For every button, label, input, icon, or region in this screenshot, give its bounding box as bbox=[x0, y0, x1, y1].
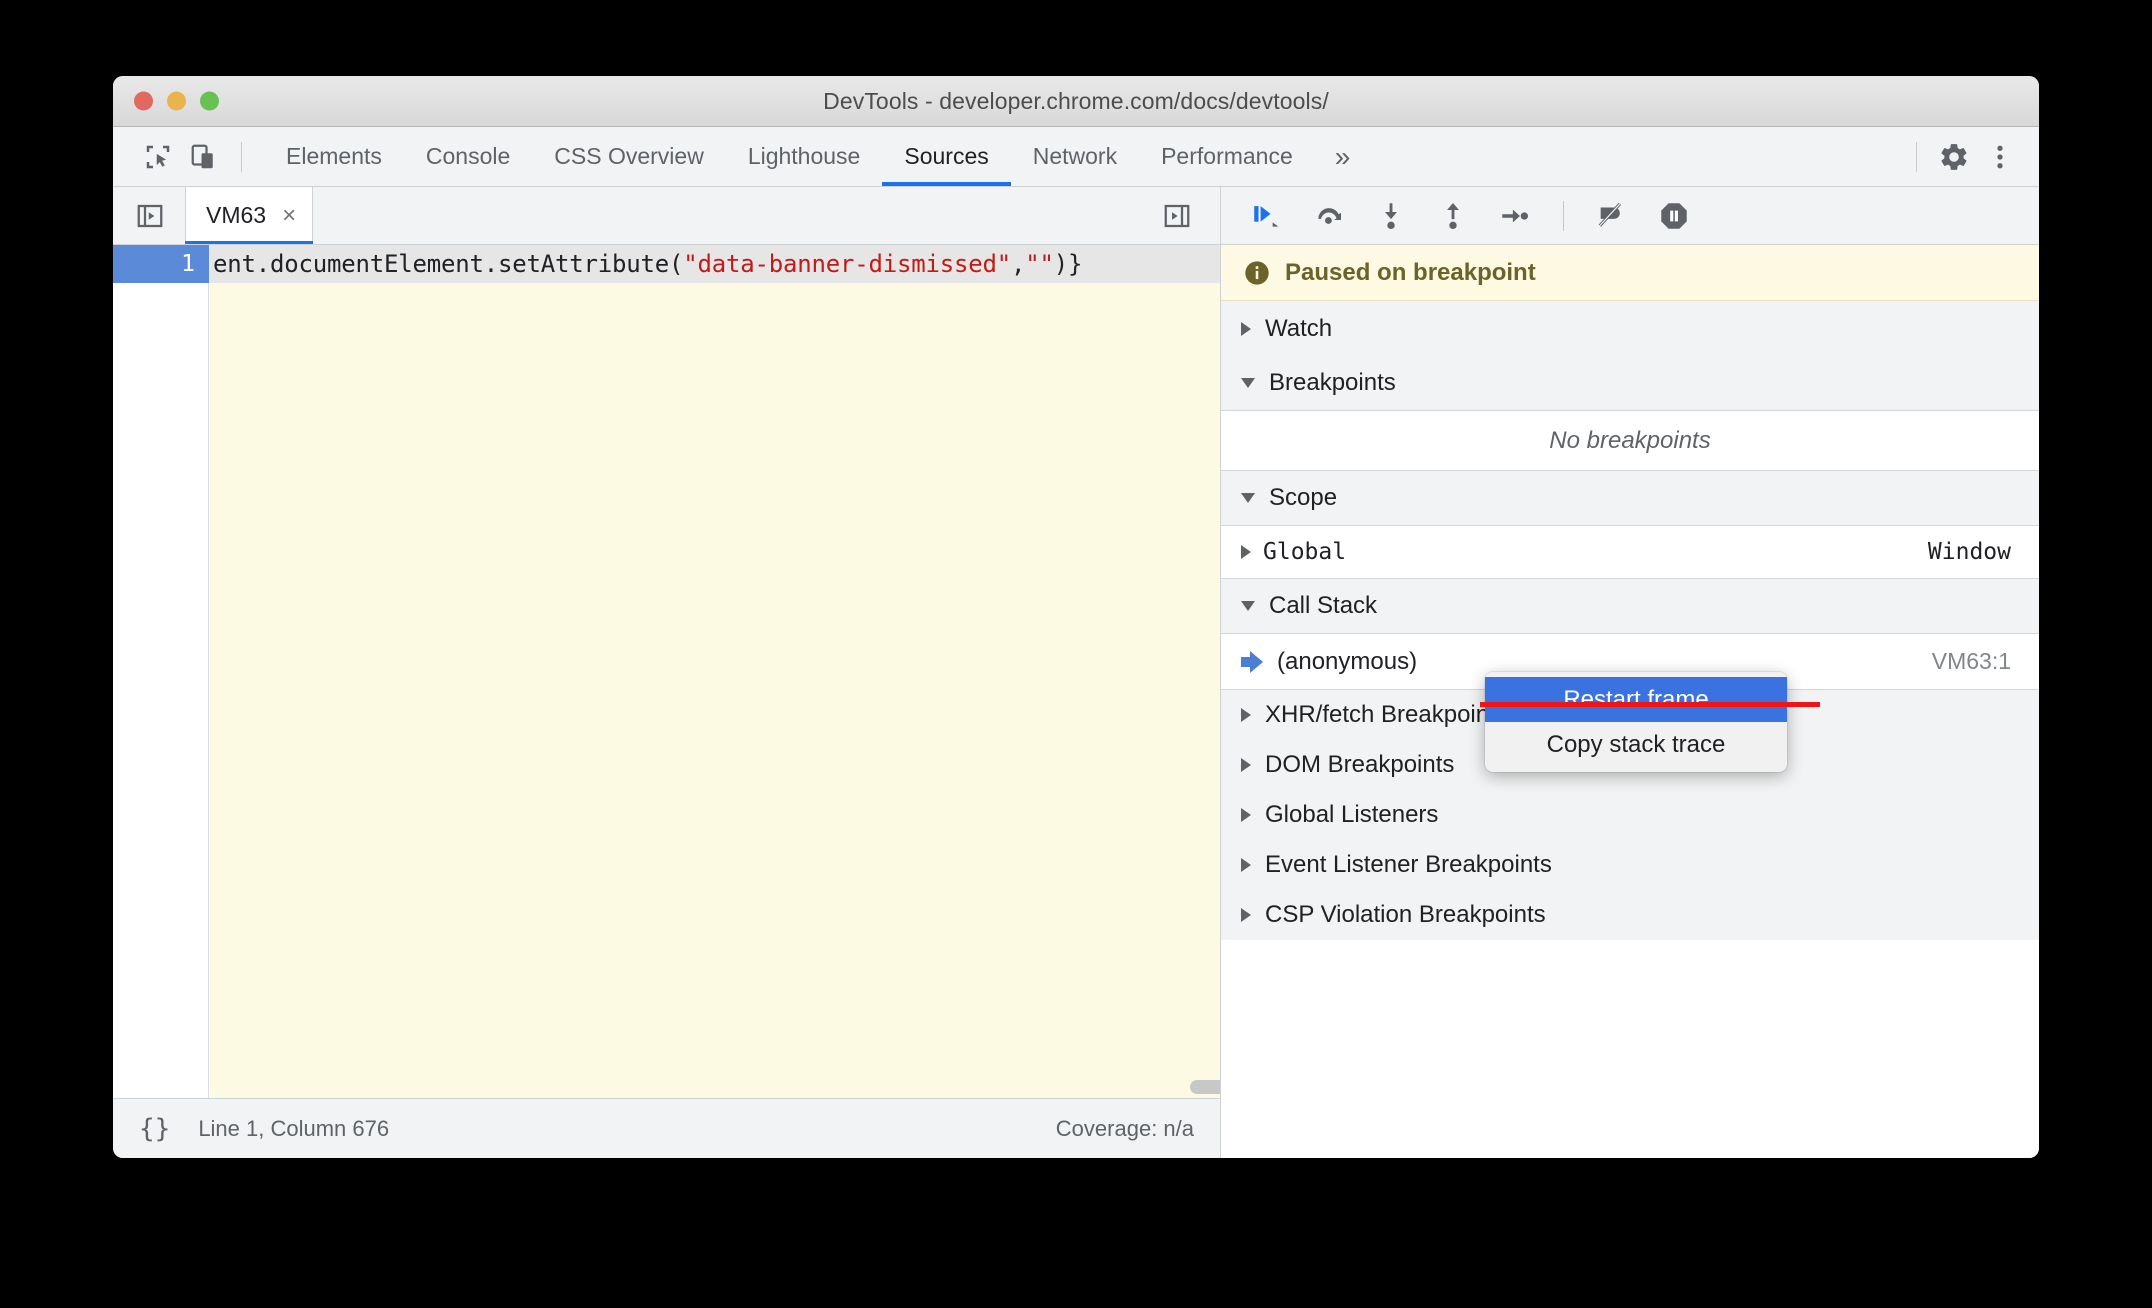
code-line-1[interactable]: 1 ent.documentElement.setAttribute("data… bbox=[113, 245, 1220, 283]
chevron-right-icon bbox=[1241, 545, 1251, 559]
annotation-strikethrough-line bbox=[1480, 702, 1820, 707]
section-label: Event Listener Breakpoints bbox=[1265, 851, 1552, 878]
toolbar-divider-right bbox=[1916, 141, 1917, 172]
info-icon bbox=[1245, 260, 1269, 285]
tab-network[interactable]: Network bbox=[1011, 127, 1139, 186]
chevron-right-icon bbox=[1241, 808, 1251, 822]
section-label: DOM Breakpoints bbox=[1265, 751, 1455, 778]
code-token-suffix: )} bbox=[1053, 250, 1083, 278]
toolbar-divider bbox=[241, 141, 242, 172]
file-tab-label: VM63 bbox=[206, 202, 267, 228]
horizontal-scrollbar-thumb[interactable] bbox=[1190, 1080, 1220, 1094]
chevron-right-icon bbox=[1241, 321, 1251, 336]
settings-gear-icon[interactable] bbox=[1931, 134, 1977, 180]
line-number-label: 1 bbox=[113, 245, 209, 283]
section-watch[interactable]: Watch bbox=[1221, 301, 2039, 356]
zoom-window-button[interactable] bbox=[200, 91, 219, 111]
line-number-gutter bbox=[113, 245, 209, 1098]
section-label: Global Listeners bbox=[1265, 801, 1439, 828]
no-breakpoints-message: No breakpoints bbox=[1221, 411, 2039, 471]
section-breakpoints[interactable]: Breakpoints bbox=[1221, 356, 2039, 411]
inspect-element-icon[interactable] bbox=[135, 134, 181, 180]
window-title: DevTools - developer.chrome.com/docs/dev… bbox=[823, 87, 1329, 114]
debugger-toolbar bbox=[1221, 187, 2039, 245]
execution-highlight-background bbox=[210, 245, 1220, 1098]
code-token-string-1: "data-banner-dismissed" bbox=[683, 250, 1011, 278]
chevron-down-icon bbox=[1241, 601, 1255, 611]
tab-sources[interactable]: Sources bbox=[882, 127, 1012, 186]
devtools-panel-tabbar: Elements Console CSS Overview Lighthouse… bbox=[113, 127, 2039, 187]
code-editor[interactable]: 1 ent.documentElement.setAttribute("data… bbox=[113, 245, 1220, 1098]
section-breakpoints-label: Breakpoints bbox=[1269, 369, 1396, 396]
window-titlebar: DevTools - developer.chrome.com/docs/dev… bbox=[113, 76, 2039, 127]
debugger-empty-space bbox=[1221, 940, 2039, 1158]
tab-lighthouse[interactable]: Lighthouse bbox=[726, 127, 883, 186]
section-watch-label: Watch bbox=[1265, 314, 1333, 342]
step-into-next-function-call-icon[interactable] bbox=[1367, 192, 1415, 240]
step-over-next-function-call-icon[interactable] bbox=[1305, 192, 1353, 240]
debugger-toolbar-divider bbox=[1563, 200, 1564, 231]
resume-script-execution-icon[interactable] bbox=[1243, 192, 1291, 240]
section-label: XHR/fetch Breakpoints bbox=[1265, 701, 1508, 728]
section-event-listener-breakpoints[interactable]: Event Listener Breakpoints bbox=[1221, 840, 2039, 890]
coverage-label: Coverage: n/a bbox=[1055, 1115, 1194, 1141]
scope-name: Global bbox=[1263, 539, 1347, 565]
file-tabbar: VM63 × bbox=[113, 187, 1220, 245]
call-stack-frame-location: VM63:1 bbox=[1931, 648, 2011, 674]
code-line-text: ent.documentElement.setAttribute("data-b… bbox=[213, 250, 1082, 278]
paused-on-breakpoint-banner: Paused on breakpoint bbox=[1221, 245, 2039, 301]
deactivate-breakpoints-icon[interactable] bbox=[1588, 192, 1636, 240]
scope-row-global[interactable]: Global Window bbox=[1221, 526, 2039, 579]
tab-elements[interactable]: Elements bbox=[264, 127, 404, 186]
show-navigator-icon[interactable] bbox=[129, 195, 171, 237]
minimize-window-button[interactable] bbox=[167, 91, 186, 111]
section-call-stack-label: Call Stack bbox=[1269, 592, 1378, 619]
call-stack-frame-name: (anonymous) bbox=[1277, 647, 1418, 675]
section-scope-label: Scope bbox=[1269, 484, 1338, 511]
section-call-stack[interactable]: Call Stack bbox=[1221, 579, 2039, 634]
paused-banner-text: Paused on breakpoint bbox=[1285, 258, 1536, 286]
cursor-position-label: Line 1, Column 676 bbox=[198, 1115, 390, 1141]
devtools-window: DevTools - developer.chrome.com/docs/dev… bbox=[113, 76, 2039, 1158]
pretty-print-icon[interactable]: {} bbox=[139, 1114, 170, 1144]
section-scope[interactable]: Scope bbox=[1221, 471, 2039, 526]
horizontal-scrollbar[interactable] bbox=[210, 1076, 1220, 1098]
sources-editor-pane: VM63 × 1 ent.documentElement.setAttribut… bbox=[113, 187, 1221, 1158]
current-frame-arrow-icon bbox=[1241, 650, 1263, 673]
section-csp-violation-breakpoints[interactable]: CSP Violation Breakpoints bbox=[1221, 890, 2039, 940]
code-token-string-2: "" bbox=[1025, 250, 1054, 278]
section-label: CSP Violation Breakpoints bbox=[1265, 901, 1546, 928]
step-icon[interactable] bbox=[1491, 192, 1539, 240]
more-tabs-icon[interactable]: » bbox=[1315, 127, 1371, 186]
tab-css-overview[interactable]: CSS Overview bbox=[532, 127, 726, 186]
close-window-button[interactable] bbox=[134, 91, 153, 111]
pause-on-exceptions-icon[interactable] bbox=[1650, 192, 1698, 240]
code-token-prefix: ent.documentElement.setAttribute( bbox=[213, 250, 684, 278]
step-out-of-current-function-icon[interactable] bbox=[1429, 192, 1477, 240]
chevron-right-icon bbox=[1241, 758, 1251, 772]
code-token-comma: , bbox=[1010, 250, 1026, 278]
call-stack-context-menu: Restart frame Copy stack trace bbox=[1485, 672, 1787, 772]
tab-console[interactable]: Console bbox=[404, 127, 532, 186]
context-menu-item-copy-stack-trace[interactable]: Copy stack trace bbox=[1485, 722, 1787, 767]
more-options-icon[interactable] bbox=[1977, 134, 2023, 180]
device-toolbar-icon[interactable] bbox=[181, 134, 227, 180]
context-menu-item-restart-frame[interactable]: Restart frame bbox=[1485, 677, 1787, 722]
panel-tabbar-right-actions bbox=[1902, 134, 2023, 180]
panel-tab-list: Elements Console CSS Overview Lighthouse… bbox=[264, 127, 1370, 186]
tab-performance[interactable]: Performance bbox=[1139, 127, 1315, 186]
file-tab-vm63[interactable]: VM63 × bbox=[185, 187, 314, 244]
chevron-down-icon bbox=[1241, 378, 1255, 388]
chevron-right-icon bbox=[1241, 908, 1251, 922]
close-icon[interactable]: × bbox=[282, 203, 296, 228]
chevron-right-icon bbox=[1241, 708, 1251, 722]
section-global-listeners[interactable]: Global Listeners bbox=[1221, 790, 2039, 840]
editor-status-bar: {} Line 1, Column 676 Coverage: n/a bbox=[113, 1098, 1220, 1158]
chevron-down-icon bbox=[1241, 493, 1255, 503]
scope-value: Window bbox=[1927, 539, 2011, 565]
traffic-lights bbox=[134, 91, 219, 111]
show-debugger-icon[interactable] bbox=[1156, 195, 1198, 237]
chevron-right-icon bbox=[1241, 858, 1251, 872]
file-tabbar-right-actions bbox=[1156, 195, 1220, 237]
